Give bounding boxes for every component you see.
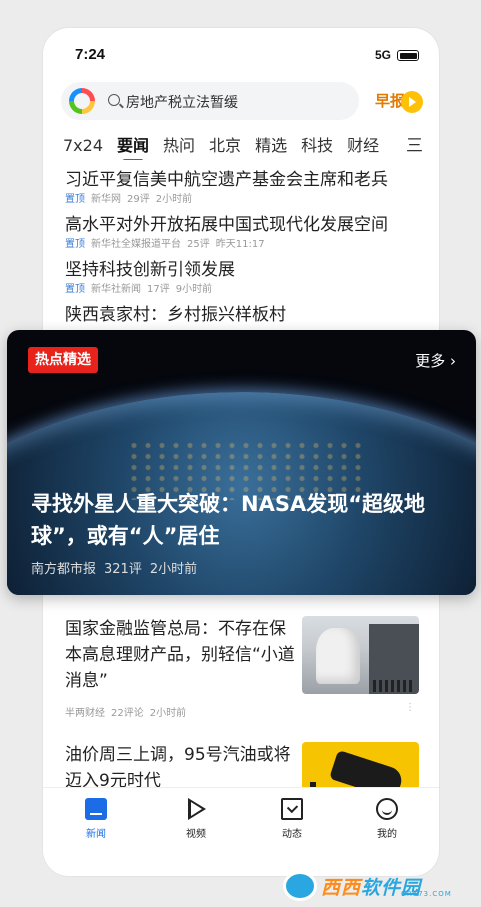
article-comments: 22评论 [111,708,144,719]
news-source: 新华社全媒报道平台 [91,239,181,250]
list-item[interactable]: 坚持科技创新引领发展 置顶 新华社新闻 17评 9小时前 [65,258,419,297]
article-thumbnail [302,742,419,790]
search-icon [108,94,120,106]
tab-hot-questions[interactable]: 热问 [163,132,195,156]
news-time: 9小时前 [175,284,213,295]
news-comments: 25评 [187,239,210,250]
news-time: 昨天11:17 [215,239,265,250]
more-options-icon[interactable]: ⋮ [405,702,415,713]
list-item[interactable]: 陕西袁家村：乡村振兴样板村 [65,303,419,328]
news-title: 习近平复信美中航空遗产基金会主席和老兵 [65,170,388,190]
watermark-icon [283,871,317,901]
app-logo-icon [69,88,95,114]
news-comments: 17评 [147,284,170,295]
tab-featured[interactable]: 精选 [255,132,287,156]
watermark-url: CR173.COM [401,890,452,898]
tab-beijing[interactable]: 北京 [209,132,241,156]
news-list: 习近平复信美中航空遗产基金会主席和老兵 置顶 新华网 29评 2小时前 高水平对外开放… [65,168,419,334]
search-box[interactable]: 房地产税立法暂缓 [61,82,359,120]
nav-video[interactable]: 视频 [166,798,226,840]
pinned-badge: 置顶 [65,194,85,205]
tab-tech[interactable]: 科技 [301,132,333,156]
news-source: 新华社新闻 [91,284,141,295]
article-title: 国家金融监管总局：不存在保本高息理财产品，别轻信“小道消息” [65,619,295,691]
article-time: 2小时前 [149,708,187,719]
article-thumbnail [302,616,419,694]
stone-lion-graphic [316,628,360,684]
nav-news[interactable]: 新闻 [66,798,126,840]
hot-card-title: 寻找外星人重大突破：NASA发现“超级地球”，或有“人”居住 [31,492,426,548]
profile-icon [376,798,398,820]
news-source: 新华网 [91,194,121,205]
article-meta: 半两财经 22评论 2小时前 [65,704,192,719]
news-title: 陕西袁家村：乡村振兴样板村 [65,305,286,325]
news-meta: 置顶 新华社全媒报道平台 25评 昨天11:17 [65,238,419,252]
search-input[interactable]: 房地产税立法暂缓 [126,92,238,112]
article-card[interactable]: 国家金融监管总局：不存在保本高息理财产品，别轻信“小道消息” 半两财经 22评论 2… [65,616,419,726]
hot-card-meta: 南方都市报 321评 2小时前 [31,558,205,577]
tab-headlines[interactable]: 要闻 [117,132,149,160]
nav-video-label: 视频 [186,829,206,840]
list-item[interactable]: 高水平对外开放拓展中国式现代化发展空间 置顶 新华社全媒报道平台 25评 昨天11:1… [65,213,419,252]
news-title: 高水平对外开放拓展中国式现代化发展空间 [65,215,388,235]
hot-card-comments: 321评 [104,562,142,577]
search-row: 房地产税立法暂缓 早报 [61,82,423,120]
news-title: 坚持科技创新引领发展 [65,260,235,280]
watermark-logo: 西西软件园 CR173.COM [283,871,463,901]
morning-brief-button[interactable]: 早报 [375,90,423,114]
more-link[interactable]: 更多 › [415,350,456,371]
network-indicator: 5G [374,48,391,62]
nav-profile-label: 我的 [377,829,397,840]
nav-feed[interactable]: 动态 [262,798,322,840]
hot-picks-badge: 热点精选 [28,347,98,373]
pinned-badge: 置顶 [65,284,85,295]
tab-menu-icon[interactable]: 三 [402,131,423,156]
people-graphic [373,680,415,692]
article-title: 油价周三上调，95号汽油或将迈入9元时代 [65,745,291,791]
status-time: 7:24 [75,46,106,63]
play-sun-icon [401,90,423,113]
news-time: 2小时前 [155,194,193,205]
status-bar: 7:24 5G [75,46,419,66]
tab-7x24[interactable]: 7x24 [63,136,103,155]
hot-card-source: 南方都市报 [31,562,97,577]
nav-feed-label: 动态 [282,829,302,840]
tab-finance[interactable]: 财经 [347,132,379,156]
hot-picks-card[interactable]: 热点精选 更多 › 寻找外星人重大突破：NASA发现“超级地球”，或有“人”居住… [7,330,476,595]
channel-tabs: 7x24 要闻 热问 北京 精选 科技 财经 [63,132,439,160]
nav-profile[interactable]: 我的 [357,798,417,840]
pinned-badge: 置顶 [65,239,85,250]
feed-icon [281,798,303,820]
news-icon [85,798,107,820]
news-comments: 29评 [127,194,150,205]
bottom-nav: 新闻 视频 动态 我的 [43,788,439,876]
hot-card-time: 2小时前 [149,562,198,577]
video-icon [185,798,207,820]
nav-news-label: 新闻 [86,829,106,840]
battery-icon [397,50,419,61]
article-source: 半两财经 [65,708,105,719]
news-meta: 置顶 新华社新闻 17评 9小时前 [65,283,419,297]
news-meta: 置顶 新华网 29评 2小时前 [65,193,419,207]
list-item[interactable]: 习近平复信美中航空遗产基金会主席和老兵 置顶 新华网 29评 2小时前 [65,168,419,207]
